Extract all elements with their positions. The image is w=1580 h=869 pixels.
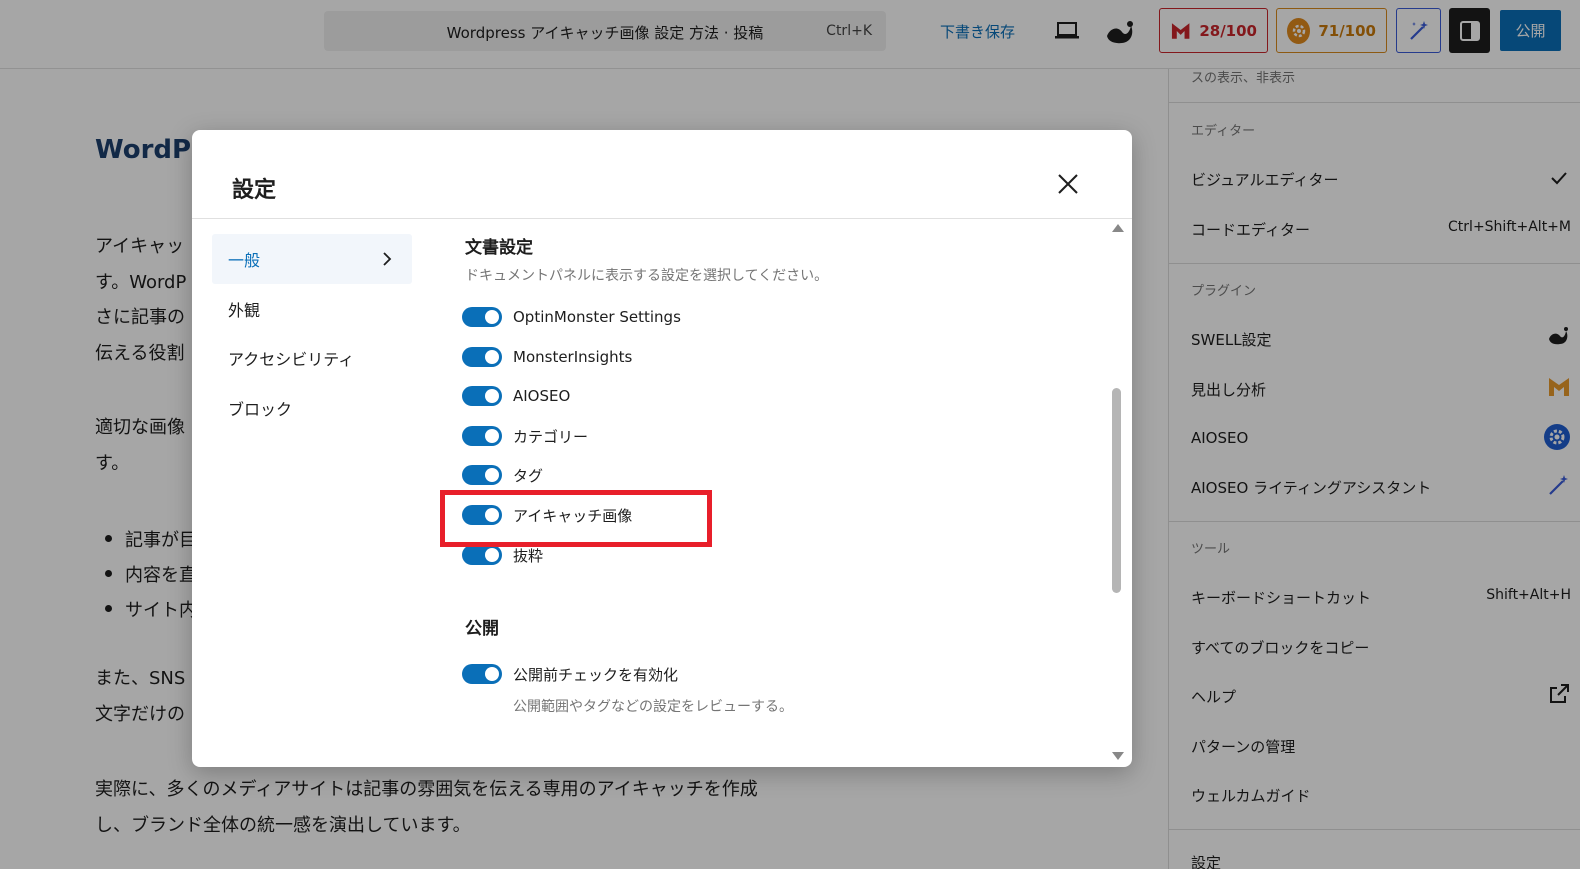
chevron-right-icon — [383, 252, 392, 266]
toggle-knob — [485, 350, 499, 364]
toggle-label: タグ — [513, 466, 544, 485]
toggle-switch[interactable] — [462, 386, 502, 406]
tab-appearance[interactable]: 外観 — [212, 284, 412, 334]
toggle-switch[interactable] — [462, 664, 502, 684]
toggle-knob — [485, 468, 499, 482]
toggle-label: カテゴリー — [513, 427, 589, 446]
toggle-switch[interactable] — [462, 426, 502, 446]
tab-accessibility[interactable]: アクセシビリティ — [212, 333, 412, 383]
toggle-switch[interactable] — [462, 307, 502, 327]
toggle-knob — [485, 389, 499, 403]
toggle-switch[interactable] — [462, 545, 502, 565]
toggle-knob — [485, 310, 499, 324]
modal-scrollbar[interactable] — [1110, 224, 1124, 764]
section-title-document-settings: 文書設定 — [465, 238, 533, 258]
toggle-label: 公開前チェックを有効化 — [513, 665, 679, 684]
toggle-row-tags[interactable]: タグ — [462, 463, 543, 487]
section-title-publish: 公開 — [465, 619, 499, 639]
scroll-up-arrow-icon[interactable] — [1112, 224, 1124, 232]
toggle-row-monsterinsights[interactable]: MonsterInsights — [462, 345, 632, 369]
close-icon[interactable] — [1054, 170, 1082, 198]
toggle-switch[interactable] — [462, 347, 502, 367]
toggle-label: AIOSEO — [513, 387, 571, 405]
preferences-modal: 設定 一般 外観 アクセシビリティ ブロック 文書設定 ドキュメントパネルに表示… — [192, 130, 1132, 767]
toggle-row-prepublish-checks[interactable]: 公開前チェックを有効化 — [462, 662, 678, 686]
tab-label: 一般 — [228, 251, 261, 270]
toggle-label: 抜粋 — [513, 546, 544, 565]
toggle-knob — [485, 667, 499, 681]
toggle-row-categories[interactable]: カテゴリー — [462, 424, 588, 448]
tab-blocks[interactable]: ブロック — [212, 383, 412, 433]
toggle-row-aioseo[interactable]: AIOSEO — [462, 384, 570, 408]
toggle-row-optinmonster[interactable]: OptinMonster Settings — [462, 305, 681, 329]
tab-general[interactable]: 一般 — [212, 234, 412, 284]
toggle-help-text: 公開範囲やタグなどの設定をレビューする。 — [513, 699, 793, 715]
toggle-knob — [485, 429, 499, 443]
scrollbar-thumb[interactable] — [1112, 388, 1121, 593]
highlight-annotation-box — [440, 490, 712, 547]
section-description: ドキュメントパネルに表示する設定を選択してください。 — [465, 268, 829, 284]
scroll-down-arrow-icon[interactable] — [1112, 752, 1124, 760]
modal-header-divider — [192, 218, 1132, 219]
toggle-switch[interactable] — [462, 465, 502, 485]
toggle-label: OptinMonster Settings — [513, 308, 681, 326]
toggle-label: MonsterInsights — [513, 348, 633, 366]
modal-title: 設定 — [232, 178, 277, 203]
toggle-knob — [485, 548, 499, 562]
